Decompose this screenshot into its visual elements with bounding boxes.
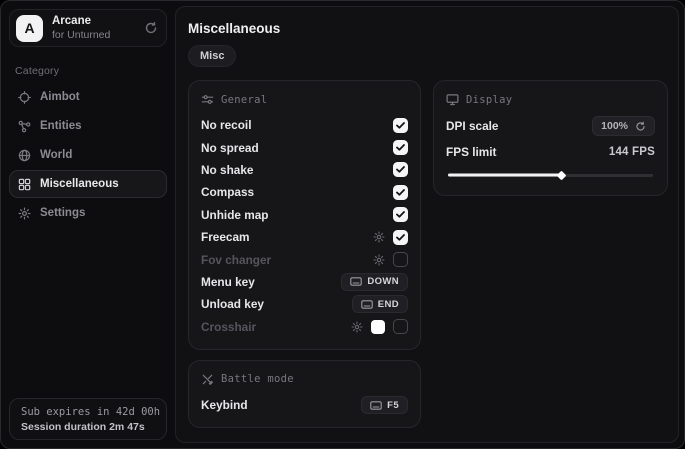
- setting-row-keybind: Keybind F5: [201, 394, 408, 416]
- sidebar-item-label: Miscellaneous: [40, 178, 119, 190]
- dpi-scale-control[interactable]: 100%: [592, 116, 655, 136]
- keybind-value: DOWN: [367, 276, 399, 287]
- fps-limit-slider[interactable]: [448, 168, 653, 182]
- page-title: Miscellaneous: [188, 21, 668, 36]
- setting-label: No spread: [201, 141, 259, 155]
- setting-label: Menu key: [201, 275, 255, 289]
- setting-row-compass: Compass: [201, 181, 408, 203]
- sync-icon[interactable]: [144, 21, 158, 35]
- compass-checkbox[interactable]: [393, 185, 408, 200]
- app-header-card: A Arcane for Unturned: [9, 9, 167, 47]
- tab-bar: Misc: [188, 45, 668, 67]
- setting-row-unhide-map: Unhide map: [201, 204, 408, 226]
- sidebar-item-world[interactable]: World: [9, 141, 167, 169]
- setting-row-menu-key: Menu key DOWN: [201, 271, 408, 293]
- swords-icon: [201, 373, 214, 386]
- sidebar-item-label: Settings: [40, 207, 85, 219]
- general-panel-title: General: [221, 94, 267, 106]
- setting-label: Fov changer: [201, 253, 271, 267]
- setting-label: Keybind: [201, 398, 248, 412]
- display-panel-title: Display: [466, 94, 512, 106]
- refresh-icon: [635, 121, 646, 132]
- no-recoil-checkbox[interactable]: [393, 118, 408, 133]
- setting-label: Crosshair: [201, 320, 256, 334]
- setting-label: Unload key: [201, 297, 264, 311]
- setting-row-dpi-scale: DPI scale 100%: [446, 114, 655, 138]
- fov-changer-checkbox[interactable]: [393, 252, 408, 267]
- general-panel-header: General: [201, 93, 408, 106]
- crosshair-icon: [18, 91, 31, 104]
- app-subtitle: for Unturned: [52, 29, 135, 42]
- battle-mode-panel: Battle mode Keybind F5: [188, 360, 421, 428]
- menu-key-binding[interactable]: DOWN: [341, 273, 408, 291]
- grid-icon: [18, 178, 31, 191]
- setting-row-unload-key: Unload key END: [201, 293, 408, 315]
- setting-label: FPS limit: [446, 145, 496, 159]
- no-shake-checkbox[interactable]: [393, 162, 408, 177]
- setting-label: Compass: [201, 185, 254, 199]
- crosshair-color-swatch[interactable]: [371, 320, 385, 334]
- monitor-icon: [446, 93, 459, 106]
- keyboard-icon: [370, 401, 382, 410]
- battle-mode-key-binding[interactable]: F5: [361, 396, 408, 414]
- freecam-checkbox[interactable]: [393, 230, 408, 245]
- sub-expires-text: Sub expires in 42d 00h: [21, 406, 155, 418]
- freecam-settings-gear-icon[interactable]: [373, 231, 385, 243]
- tab-misc[interactable]: Misc: [188, 45, 236, 67]
- sidebar-nav: Aimbot Entities World: [9, 83, 167, 227]
- subscription-card: Sub expires in 42d 00h Session duration …: [9, 398, 167, 440]
- globe-icon: [18, 149, 31, 162]
- setting-label: No shake: [201, 163, 253, 177]
- crosshair-settings-gear-icon[interactable]: [351, 321, 363, 333]
- unload-key-binding[interactable]: END: [352, 295, 408, 313]
- keybind-value: F5: [387, 400, 399, 411]
- sidebar-item-settings[interactable]: Settings: [9, 199, 167, 227]
- setting-row-no-spread: No spread: [201, 136, 408, 158]
- sidebar-item-label: World: [40, 149, 72, 161]
- entities-icon: [18, 120, 31, 133]
- setting-label: DPI scale: [446, 119, 498, 133]
- main-content: Miscellaneous Misc General: [175, 6, 679, 443]
- app-meta: Arcane for Unturned: [52, 15, 135, 41]
- display-panel: Display DPI scale 100%: [433, 80, 668, 196]
- dpi-scale-value: 100%: [601, 120, 628, 132]
- app-name: Arcane: [52, 15, 135, 29]
- keybind-value: END: [378, 299, 399, 310]
- slider-thumb[interactable]: [556, 170, 566, 180]
- sidebar-footer: Sub expires in 42d 00h Session duration …: [9, 398, 167, 440]
- setting-row-fps-limit: FPS limit 144 FPS: [446, 140, 655, 164]
- fov-changer-settings-gear-icon[interactable]: [373, 254, 385, 266]
- app-logo: A: [16, 15, 43, 42]
- slider-fill: [448, 174, 561, 177]
- no-spread-checkbox[interactable]: [393, 140, 408, 155]
- sidebar: A Arcane for Unturned Category A: [1, 1, 173, 448]
- setting-row-no-recoil: No recoil: [201, 114, 408, 136]
- battle-mode-panel-header: Battle mode: [201, 373, 408, 386]
- sidebar-item-entities[interactable]: Entities: [9, 112, 167, 140]
- sidebar-item-label: Entities: [40, 120, 82, 132]
- gear-icon: [18, 207, 31, 220]
- sidebar-item-aimbot[interactable]: Aimbot: [9, 83, 167, 111]
- battle-mode-panel-title: Battle mode: [221, 373, 294, 385]
- setting-row-no-shake: No shake: [201, 159, 408, 181]
- fps-limit-value: 144 FPS: [609, 146, 655, 158]
- crosshair-checkbox[interactable]: [393, 319, 408, 334]
- sliders-icon: [201, 93, 214, 106]
- sidebar-item-miscellaneous[interactable]: Miscellaneous: [9, 170, 167, 198]
- setting-row-fov-changer: Fov changer: [201, 248, 408, 270]
- setting-label: No recoil: [201, 118, 251, 132]
- setting-label: Unhide map: [201, 208, 269, 222]
- session-duration-text: Session duration 2m 47s: [21, 421, 155, 433]
- setting-row-crosshair: Crosshair: [201, 316, 408, 338]
- display-panel-header: Display: [446, 93, 655, 106]
- sidebar-item-label: Aimbot: [40, 91, 80, 103]
- setting-row-freecam: Freecam: [201, 226, 408, 248]
- general-panel: General No recoil No spread No shake: [188, 80, 421, 350]
- app-window: A Arcane for Unturned Category A: [0, 0, 685, 449]
- category-label: Category: [15, 65, 167, 77]
- keyboard-icon: [350, 277, 362, 286]
- setting-label: Freecam: [201, 230, 250, 244]
- keyboard-icon: [361, 300, 373, 309]
- unhide-map-checkbox[interactable]: [393, 207, 408, 222]
